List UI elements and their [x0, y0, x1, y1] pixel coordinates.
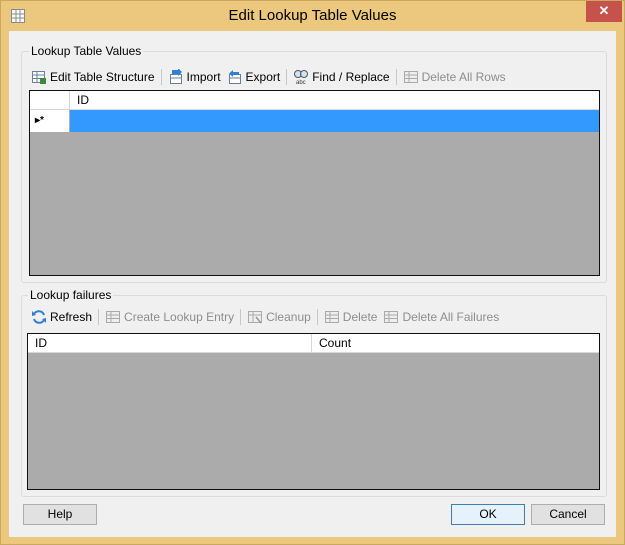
lookup-values-toolbar: Edit Table Structure Import Export abc F… [28, 67, 509, 87]
delete-all-failures-button[interactable]: Delete All Failures [380, 307, 502, 327]
window-title: Edit Lookup Table Values [228, 7, 397, 24]
new-row-cell-id[interactable] [70, 110, 599, 132]
lookup-failures-group-title: Lookup failures [28, 288, 114, 302]
delete-all-failures-label: Delete All Failures [402, 310, 500, 324]
toolbar-separator [395, 69, 397, 85]
svg-text:abc: abc [296, 80, 306, 85]
new-row-indicator[interactable]: ▸* [30, 110, 70, 132]
edit-table-structure-button[interactable]: Edit Table Structure [28, 67, 158, 87]
toolbar-separator [160, 69, 162, 85]
close-icon: ✕ [598, 3, 610, 18]
toolbar-separator [240, 309, 242, 325]
delete-icon [324, 311, 339, 323]
import-label: Import [186, 70, 221, 84]
create-lookup-entry-button[interactable]: Create Lookup Entry [102, 307, 237, 327]
grid-header: ID [30, 91, 599, 110]
lookup-failures-grid[interactable]: ID Count [27, 333, 600, 490]
edit-structure-icon [32, 71, 46, 84]
export-icon [228, 70, 241, 84]
cleanup-icon [248, 311, 263, 324]
close-button[interactable]: ✕ [586, 1, 622, 22]
lookup-values-grid[interactable]: ID ▸* [29, 90, 600, 276]
find-replace-label: Find / Replace [312, 70, 390, 84]
toolbar-separator [316, 309, 318, 325]
ok-button[interactable]: OK [451, 504, 525, 525]
toolbar-separator [98, 309, 100, 325]
toolbar-separator [286, 69, 288, 85]
help-button[interactable]: Help [23, 504, 97, 525]
export-button[interactable]: Export [224, 67, 284, 87]
cancel-button[interactable]: Cancel [531, 504, 605, 525]
delete-all-rows-label: Delete All Rows [421, 70, 506, 84]
find-replace-button[interactable]: abc Find / Replace [290, 67, 392, 87]
delete-label: Delete [342, 310, 378, 324]
dialog-window: Edit Lookup Table Values ✕ Lookup Table … [0, 0, 625, 545]
cleanup-button[interactable]: Cleanup [244, 307, 314, 327]
cleanup-label: Cleanup [266, 310, 311, 324]
row-header-corner [30, 91, 70, 109]
export-label: Export [245, 70, 281, 84]
delete-rows-icon [403, 71, 418, 83]
delete-all-icon [384, 311, 399, 323]
column-header-id[interactable]: ID [28, 334, 312, 352]
column-header-id[interactable]: ID [70, 91, 599, 109]
find-replace-icon: abc [294, 70, 309, 85]
import-icon [169, 69, 182, 84]
grid-header: ID Count [28, 334, 599, 353]
delete-all-rows-button[interactable]: Delete All Rows [400, 67, 509, 87]
lookup-failures-toolbar: Refresh Create Lookup Entry Cleanup Dele… [28, 307, 502, 327]
edit-table-structure-label: Edit Table Structure [50, 70, 155, 84]
dialog-client: Lookup Table Values Edit Table Structure [9, 31, 616, 537]
import-button[interactable]: Import [165, 67, 224, 87]
column-header-count[interactable]: Count [312, 334, 599, 352]
refresh-icon [32, 310, 46, 324]
refresh-button[interactable]: Refresh [28, 307, 95, 327]
delete-button[interactable]: Delete [321, 307, 381, 327]
title-bar[interactable]: Edit Lookup Table Values ✕ [1, 1, 624, 31]
lookup-values-group-title: Lookup Table Values [29, 44, 144, 58]
create-entry-icon [106, 311, 121, 323]
create-lookup-entry-label: Create Lookup Entry [124, 310, 235, 324]
refresh-label: Refresh [50, 310, 93, 324]
